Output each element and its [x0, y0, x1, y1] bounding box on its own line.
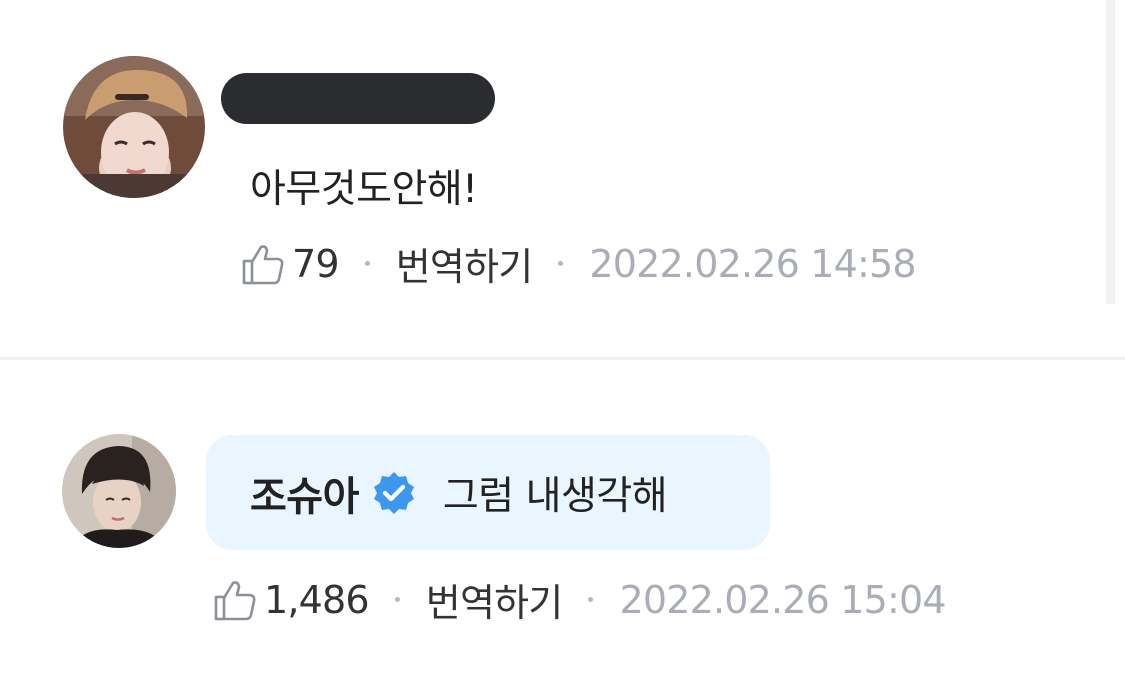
like-count: 1,486 — [264, 577, 370, 622]
comment-text: 아무것도안해! — [250, 167, 478, 212]
author-name[interactable]: 조슈아 — [250, 464, 359, 522]
comment-timestamp: 2022.02.26 14:58 — [589, 241, 916, 286]
comments-page: 아무것도안해! 79 번역하기 2022.02.26 14:58 조슈아 그럼 … — [0, 0, 1125, 675]
separator-dot — [558, 261, 564, 266]
avatar[interactable] — [62, 434, 176, 548]
translate-button[interactable]: 번역하기 — [396, 236, 533, 291]
separator-dot — [364, 261, 370, 266]
comment-meta: 1,486 번역하기 2022.02.26 15:04 — [212, 572, 947, 627]
thumbs-up-icon[interactable] — [212, 577, 258, 623]
avatar[interactable] — [63, 56, 205, 198]
thumbs-up-icon[interactable] — [240, 241, 286, 287]
scrollbar[interactable] — [1106, 0, 1115, 304]
comment-text: 그럼 내생각해 — [442, 473, 668, 519]
separator-dot — [588, 597, 594, 602]
divider — [0, 357, 1125, 360]
like-count: 79 — [292, 241, 340, 286]
separator-dot — [394, 597, 400, 602]
author-name-redacted — [221, 73, 495, 124]
comment-meta: 79 번역하기 2022.02.26 14:58 — [240, 236, 917, 291]
comment-bubble: 조슈아 그럼 내생각해 — [206, 435, 770, 550]
verified-badge-icon — [371, 470, 417, 516]
comment-timestamp: 2022.02.26 15:04 — [619, 577, 946, 622]
translate-button[interactable]: 번역하기 — [426, 572, 563, 627]
